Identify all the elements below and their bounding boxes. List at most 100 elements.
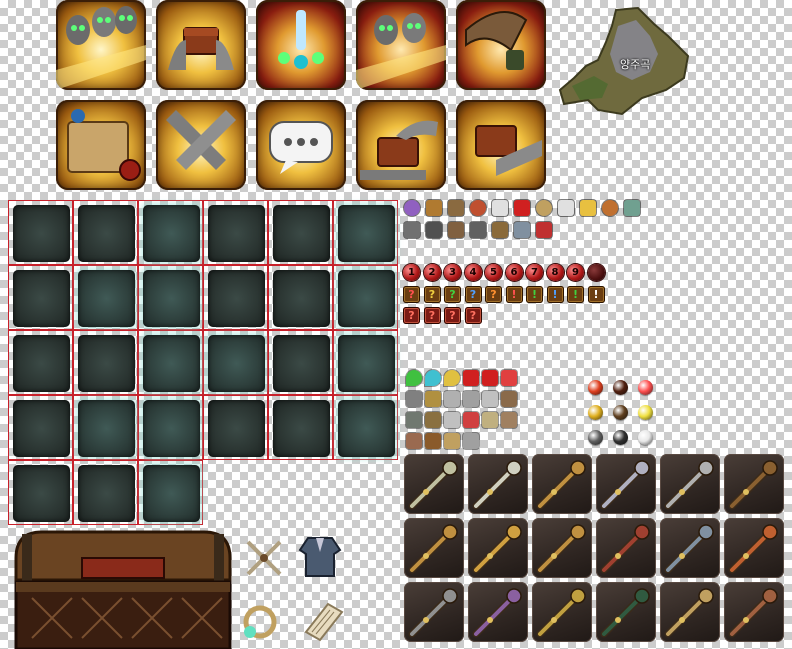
gem-orb-icon[interactable] [638,430,653,445]
ring-icon[interactable] [238,598,282,642]
flag-icon[interactable] [602,200,618,216]
cross-icon[interactable] [536,222,552,238]
inventory-slot[interactable] [333,395,398,460]
gear-icon[interactable] [426,200,442,216]
wheel-icon[interactable] [492,222,508,238]
gem-orb-icon[interactable] [588,430,603,445]
bow-icon[interactable] [724,454,784,514]
gem-orb-icon[interactable] [613,405,628,420]
scroll-document-icon[interactable] [298,598,346,642]
staff-bow-icon[interactable] [724,518,784,578]
inventory-slot[interactable] [203,265,268,330]
give-box-icon[interactable] [456,100,546,190]
inventory-slot[interactable] [138,265,203,330]
gem-orb-icon[interactable] [613,380,628,395]
inventory-slot[interactable] [73,330,138,395]
inventory-slot[interactable] [73,395,138,460]
fan-icon[interactable] [468,518,528,578]
treasure-chest-icon[interactable] [12,528,234,649]
hammer-icon[interactable] [448,200,464,216]
inventory-slot[interactable] [8,395,73,460]
teapot-icon[interactable] [406,433,422,449]
scroll-map-icon[interactable] [56,100,146,190]
inventory-slot[interactable] [73,265,138,330]
inventory-slot[interactable] [333,330,398,395]
triangle-red-icon[interactable] [463,370,479,386]
pin-cyan-icon[interactable] [425,370,441,386]
wand-icon[interactable] [724,582,784,642]
inventory-slot[interactable] [333,200,398,265]
sword-small-icon[interactable] [444,391,460,407]
dagger-icon[interactable] [444,412,460,428]
inventory-slot[interactable] [138,330,203,395]
hand-on-box-icon[interactable] [356,100,446,190]
hammer-icon[interactable] [660,518,720,578]
scepter-icon[interactable] [404,518,464,578]
drum-horn-icon[interactable] [456,0,546,90]
scroll-small-icon[interactable] [482,412,498,428]
inventory-slot[interactable] [8,330,73,395]
inventory-slot[interactable] [138,460,203,525]
chakram-icon[interactable] [596,518,656,578]
shuriken-icon[interactable] [596,454,656,514]
gem-icon[interactable] [463,412,479,428]
coins-icon[interactable] [580,200,596,216]
stone-pile-icon[interactable] [406,412,422,428]
claw-icon[interactable] [660,454,720,514]
inventory-slot[interactable] [8,200,73,265]
wings-icon[interactable] [482,391,498,407]
gem-orb-icon[interactable] [588,380,603,395]
exclamation-burst-icon[interactable] [256,0,346,90]
chat-bubble-icon[interactable] [256,100,346,190]
chest-small-icon[interactable] [448,222,464,238]
inventory-slot[interactable] [268,395,333,460]
horse-icon[interactable] [404,222,420,238]
gem-orb-icon[interactable] [613,430,628,445]
feather-icon[interactable] [536,200,552,216]
inventory-slot[interactable] [138,200,203,265]
shield-icon[interactable] [514,222,530,238]
inventory-slot[interactable] [268,200,333,265]
inventory-slot[interactable] [138,395,203,460]
cart-icon[interactable] [425,412,441,428]
inventory-slot[interactable] [203,395,268,460]
sign-icon[interactable] [425,433,441,449]
golden-mace-icon[interactable] [532,582,592,642]
bowl-icon[interactable] [463,433,479,449]
sword-icon[interactable] [468,454,528,514]
inventory-slot[interactable] [268,330,333,395]
tree-icon[interactable] [426,222,442,238]
house-icon[interactable] [501,391,517,407]
compass-icon[interactable] [624,200,640,216]
axe-icon[interactable] [596,582,656,642]
orb-swirl-icon[interactable] [470,200,486,216]
spear-icon[interactable] [404,454,464,514]
pin-yellow-icon[interactable] [444,370,460,386]
crossed-daggers-icon[interactable] [242,536,286,580]
gem-orb-icon[interactable] [638,380,653,395]
potion-icon[interactable] [404,200,420,216]
pearl-icon[interactable] [492,200,508,216]
spirit-faces-icon[interactable] [56,0,146,90]
inventory-slot[interactable] [8,265,73,330]
red-orb-icon[interactable] [514,200,530,216]
inventory-slot[interactable] [8,460,73,525]
inventory-slot[interactable] [333,265,398,330]
gem-orb-icon[interactable] [638,405,653,420]
trident-icon[interactable] [468,582,528,642]
pouch-icon[interactable] [425,391,441,407]
inventory-slot[interactable] [268,265,333,330]
pole-mace-icon[interactable] [404,582,464,642]
inventory-slot[interactable] [203,200,268,265]
lantern-mace-icon[interactable] [532,518,592,578]
robe-armor-icon[interactable] [298,532,342,580]
pin-green-icon[interactable] [406,370,422,386]
blade-icon[interactable] [532,454,592,514]
inventory-slot[interactable] [203,330,268,395]
ornate-staff-icon[interactable] [660,582,720,642]
x-red-icon[interactable] [482,370,498,386]
inventory-slot[interactable] [73,460,138,525]
hands-holding-box-icon[interactable] [156,0,246,90]
gem-orb-icon[interactable] [588,405,603,420]
x-red-outline-icon[interactable] [501,370,517,386]
